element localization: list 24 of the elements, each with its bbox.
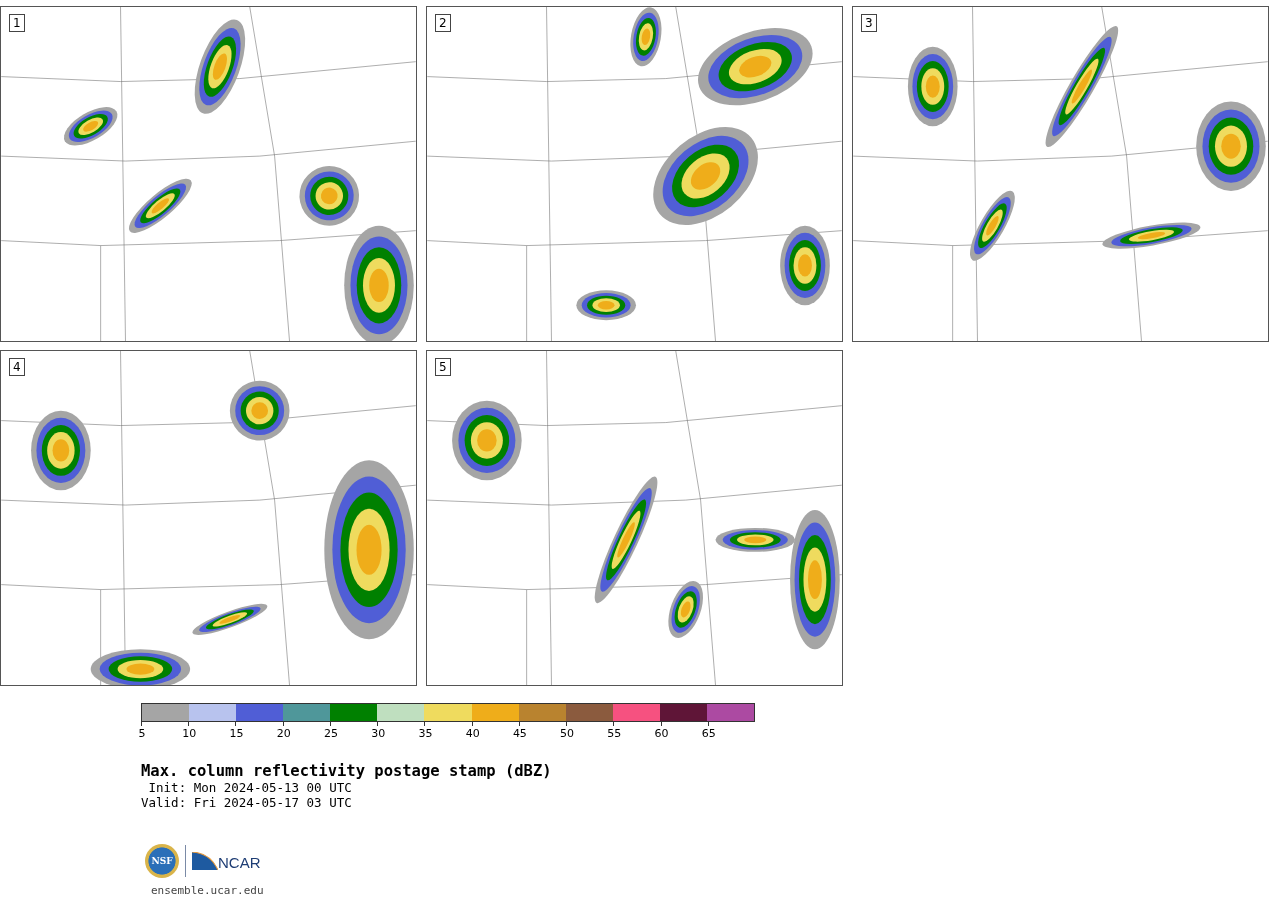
panel-number: 1 <box>9 14 25 32</box>
tick-label: 30 <box>371 727 386 740</box>
tick-label: 50 <box>560 727 575 740</box>
chart-title: Max. column reflectivity postage stamp (dBZ) <box>141 762 553 780</box>
tick-label: 5 <box>138 727 146 740</box>
tick-label: 65 <box>701 727 716 740</box>
panel-number: 3 <box>861 14 877 32</box>
tick-label: 60 <box>654 727 669 740</box>
tick-label: 35 <box>418 727 433 740</box>
tick-label: 55 <box>607 727 622 740</box>
panel-number: 5 <box>435 358 451 376</box>
panel-number: 2 <box>435 14 451 32</box>
panel-number: 4 <box>9 358 25 376</box>
website-link[interactable]: ensemble.ucar.edu <box>151 884 1280 897</box>
init-time: Init: Mon 2024-05-13 00 UTC <box>147 780 353 795</box>
tick-label: 20 <box>276 727 291 740</box>
tick-label: 25 <box>323 727 338 740</box>
valid-time: Valid: Fri 2024-05-17 03 UTC <box>141 795 353 810</box>
ncar-logo: NCAR <box>192 852 261 870</box>
tick-label: 40 <box>465 727 480 740</box>
tick-label: 10 <box>182 727 197 740</box>
tick-label: 45 <box>512 727 527 740</box>
tick-label: 15 <box>229 727 244 740</box>
nsf-logo: NSF <box>145 844 179 878</box>
